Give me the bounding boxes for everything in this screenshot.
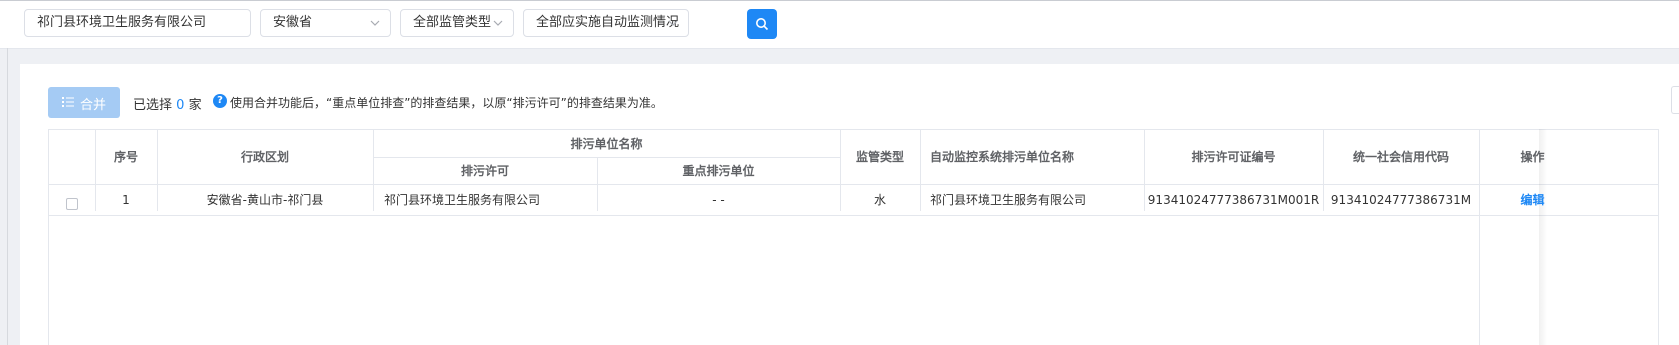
- search-icon: [756, 18, 769, 31]
- header-credit-code: 统一社会信用代码: [1352, 150, 1449, 164]
- header-unit-name-group: 排污单位名称: [570, 136, 643, 151]
- question-icon: ?: [213, 94, 227, 108]
- row-region: 安徽省-黄山市-祁门县: [206, 193, 324, 207]
- chevron-down-icon: [370, 20, 380, 26]
- edit-link[interactable]: 编辑: [1520, 191, 1544, 208]
- row-index: 1: [122, 192, 130, 207]
- row-bottom-line: [48, 215, 1659, 216]
- header-region: 行政区划: [240, 150, 289, 164]
- filter-bar: [0, 1, 1679, 49]
- list-icon: [62, 97, 74, 107]
- merge-button-label: 合并: [80, 98, 107, 113]
- merge-notice: 使用合并功能后，“重点单位排查”的排查结果，以原“排污许可”的排查结果为准。: [230, 96, 663, 110]
- column-divider: [920, 129, 921, 211]
- supervision-type-select[interactable]: 全部监管类型: [400, 9, 514, 37]
- header-actions: 操作: [1520, 150, 1545, 164]
- header-supervision-type: 监管类型: [855, 150, 904, 164]
- row-permit-number: 91341024777386731M001R: [1147, 192, 1320, 207]
- row-key-unit: - -: [712, 192, 725, 207]
- row-checkbox[interactable]: [66, 198, 78, 210]
- supervision-type-select-value: 全部监管类型: [413, 15, 492, 30]
- monitoring-status-select[interactable]: 全部应实施自动监测情况: [523, 9, 689, 37]
- header-auto-monitor-name: 自动监控系统排污单位名称: [930, 150, 1075, 164]
- company-name-value: 祁门县环境卫生服务有限公司: [37, 15, 207, 30]
- row-auto-monitor-name: 祁门县环境卫生服务有限公司: [930, 193, 1087, 207]
- chevron-down-icon: [668, 20, 678, 26]
- chevron-down-icon: [493, 20, 503, 26]
- selection-count: 0: [176, 98, 185, 113]
- row-permit: 祁门县环境卫生服务有限公司: [384, 193, 541, 207]
- row-credit-code: 91341024777386731M: [1330, 192, 1472, 207]
- selection-info: 已选择 0 家: [133, 94, 202, 113]
- selection-prefix: 已选择: [133, 98, 173, 113]
- row-actions: 编辑: [1479, 184, 1586, 215]
- header-permit-number: 排污许可证编号: [1191, 150, 1276, 164]
- province-select-value: 安徽省: [273, 15, 313, 30]
- company-name-input[interactable]: 祁门县环境卫生服务有限公司: [24, 9, 251, 37]
- header-key-unit: 重点排污单位: [682, 164, 755, 178]
- merge-button[interactable]: 合并: [48, 87, 120, 118]
- row-supervision-type: 水: [873, 193, 886, 207]
- province-select[interactable]: 安徽省: [260, 9, 391, 37]
- header-index: 序号: [113, 150, 138, 164]
- selection-suffix: 家: [188, 98, 202, 113]
- monitoring-status-select-value: 全部应实施自动监测情况: [536, 15, 680, 30]
- search-button[interactable]: [747, 9, 777, 39]
- header-permit: 排污许可: [460, 164, 509, 178]
- side-collapse-tab[interactable]: [1671, 86, 1679, 114]
- left-divider: [7, 48, 8, 345]
